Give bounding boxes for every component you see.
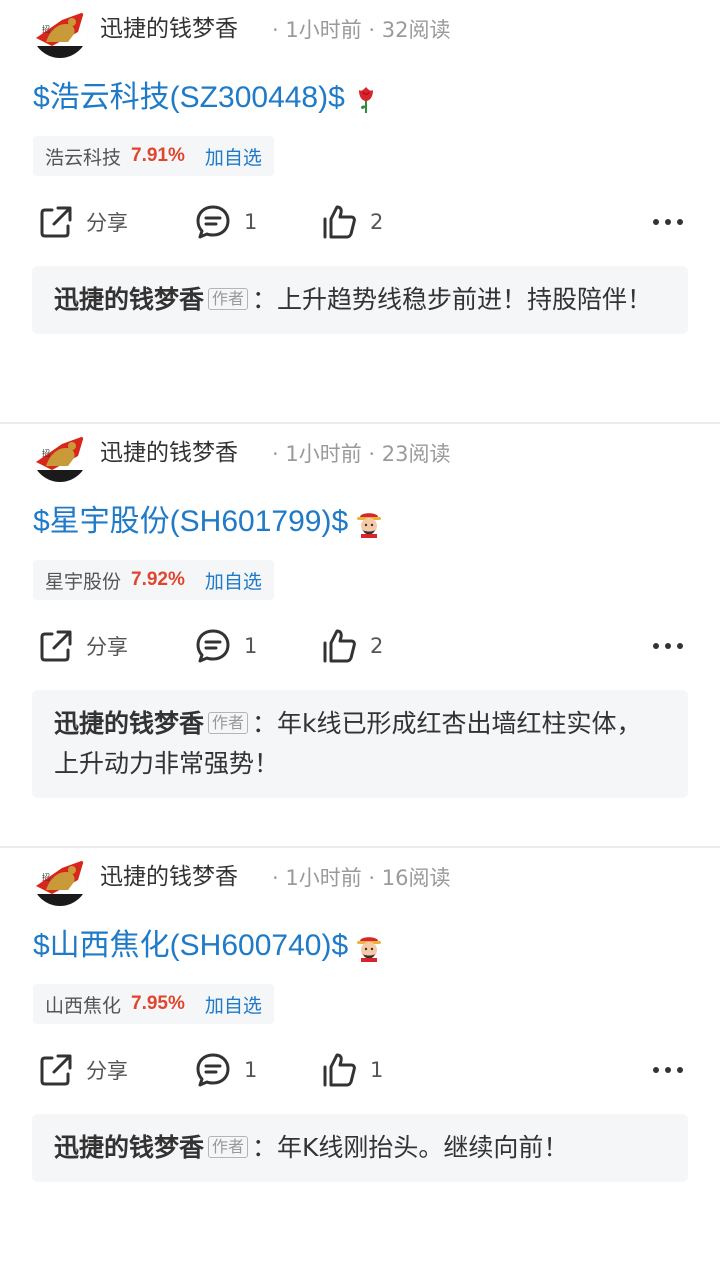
share-button[interactable]: 分享 <box>36 198 128 246</box>
author-comment[interactable]: 迅捷的钱梦香 作者 ：年k线已形成红杏出墙红柱实体，上升动力非常强势！ <box>32 690 688 798</box>
author-comment[interactable]: 迅捷的钱梦香 作者 ：年K线刚抬头。继续向前！ <box>32 1114 688 1182</box>
post-meta: · 1小时前 · 16阅读 <box>272 866 451 890</box>
action-bar: 分享 1 2 <box>32 198 688 246</box>
comment-button[interactable]: 1 <box>194 1046 257 1094</box>
thumbs-up-icon <box>323 205 356 239</box>
like-count: 2 <box>370 210 384 234</box>
god-of-wealth-icon <box>354 931 384 962</box>
action-bar: 分享 1 1 <box>32 1046 688 1094</box>
add-watchlist-button[interactable]: 加自选 <box>205 143 262 170</box>
comment-count: 1 <box>244 634 258 658</box>
rose-icon <box>351 83 381 113</box>
author-name[interactable]: 迅捷的钱梦香 <box>100 13 238 45</box>
post-title[interactable]: $星宇股份(SH601799)$ <box>33 500 384 544</box>
share-button[interactable]: 分享 <box>36 622 128 670</box>
stock-link[interactable]: $浩云科技(SZ300448)$ <box>33 76 345 120</box>
author-tag: 作者 <box>208 712 249 734</box>
share-button[interactable]: 分享 <box>36 1046 128 1094</box>
share-icon <box>40 630 72 662</box>
stock-chip[interactable]: 山西焦化 7.95% 加自选 <box>33 984 274 1024</box>
comment-author[interactable]: 迅捷的钱梦香 <box>54 709 204 738</box>
post-card: 迅捷的钱梦香 · 1小时前 · 23阅读 $星宇股份(SH601799)$ 星宇… <box>0 422 720 848</box>
more-icon <box>653 1067 683 1073</box>
author-tag: 作者 <box>208 1136 249 1158</box>
comment-author[interactable]: 迅捷的钱梦香 <box>54 285 204 314</box>
comment-icon <box>196 629 230 663</box>
author-name[interactable]: 迅捷的钱梦香 <box>100 861 238 893</box>
avatar[interactable] <box>32 426 88 482</box>
share-icon <box>40 1054 72 1086</box>
more-button[interactable] <box>652 1046 684 1094</box>
stock-change: 7.91% <box>131 145 185 166</box>
more-button[interactable] <box>652 622 684 670</box>
stock-name: 山西焦化 <box>45 994 122 1017</box>
add-watchlist-button[interactable]: 加自选 <box>205 567 262 594</box>
thumbs-up-icon <box>323 629 356 663</box>
comment-author[interactable]: 迅捷的钱梦香 <box>54 1133 204 1162</box>
author-tag: 作者 <box>208 288 249 310</box>
comment-button[interactable]: 1 <box>194 622 257 670</box>
comment-count: 1 <box>244 1058 258 1082</box>
stock-link[interactable]: $山西焦化(SH600740)$ <box>33 924 348 968</box>
comment-text: ：上升趋势线稳步前进！持股陪伴！ <box>252 285 653 314</box>
post-title[interactable]: $浩云科技(SZ300448)$ <box>33 76 381 120</box>
like-button[interactable]: 1 <box>320 1046 383 1094</box>
god-of-wealth-icon <box>354 507 384 538</box>
comment-text: ：年K线刚抬头。继续向前！ <box>252 1133 569 1162</box>
stock-chip[interactable]: 星宇股份 7.92% 加自选 <box>33 560 274 600</box>
share-icon <box>40 206 72 238</box>
post-card: 迅捷的钱梦香 · 1小时前 · 32阅读 $浩云科技(SZ300448)$ 浩云… <box>0 0 720 424</box>
more-icon <box>653 643 683 649</box>
share-label: 分享 <box>86 211 128 235</box>
share-label: 分享 <box>86 635 128 659</box>
stock-change: 7.95% <box>131 993 185 1014</box>
stock-name: 浩云科技 <box>45 146 122 169</box>
post-meta: · 1小时前 · 32阅读 <box>272 18 451 42</box>
more-icon <box>653 219 683 225</box>
thumbs-up-icon <box>323 1053 356 1087</box>
action-bar: 分享 1 2 <box>32 622 688 670</box>
stock-name: 星宇股份 <box>45 570 122 593</box>
author-name[interactable]: 迅捷的钱梦香 <box>100 437 238 469</box>
avatar[interactable] <box>32 850 88 906</box>
share-label: 分享 <box>86 1059 128 1083</box>
post-meta: · 1小时前 · 23阅读 <box>272 442 451 466</box>
comment-icon <box>196 1053 230 1087</box>
stock-change: 7.92% <box>131 569 185 590</box>
avatar[interactable] <box>32 2 88 58</box>
author-comment[interactable]: 迅捷的钱梦香 作者 ：上升趋势线稳步前进！持股陪伴！ <box>32 266 688 334</box>
post-title[interactable]: $山西焦化(SH600740)$ <box>33 924 384 968</box>
like-button[interactable]: 2 <box>320 622 383 670</box>
stock-chip[interactable]: 浩云科技 7.91% 加自选 <box>33 136 274 176</box>
stock-link[interactable]: $星宇股份(SH601799)$ <box>33 500 348 544</box>
comment-button[interactable]: 1 <box>194 198 257 246</box>
comment-icon <box>196 205 230 239</box>
like-count: 1 <box>370 1058 384 1082</box>
add-watchlist-button[interactable]: 加自选 <box>205 991 262 1018</box>
like-button[interactable]: 2 <box>320 198 383 246</box>
post-card: 迅捷的钱梦香 · 1小时前 · 16阅读 $山西焦化(SH600740)$ 山西… <box>0 846 720 1272</box>
like-count: 2 <box>370 634 384 658</box>
comment-count: 1 <box>244 210 258 234</box>
more-button[interactable] <box>652 198 684 246</box>
